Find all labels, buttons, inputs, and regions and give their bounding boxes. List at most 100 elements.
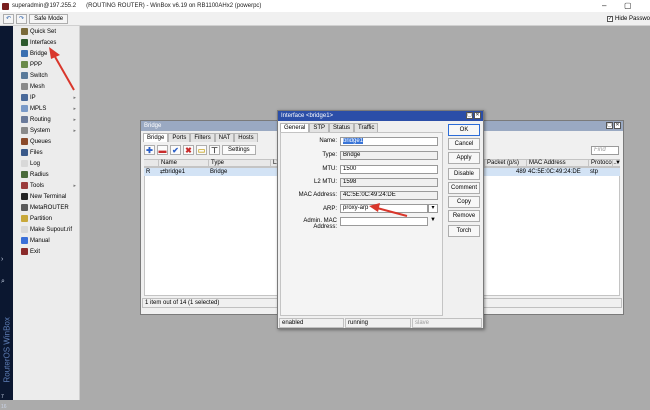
column-menu-icon[interactable]: ▼ [612,160,621,167]
enable-icon: ✔ [172,145,179,155]
mesh-icon [21,83,28,90]
settings-button[interactable]: Settings [222,145,256,155]
sidebar-item-mpls[interactable]: MPLS ▸ [13,103,79,114]
arp-dropdown-icon[interactable]: ▾ [428,204,438,213]
minimize-button[interactable]: – [602,0,606,12]
close-window-icon[interactable]: ✕ [614,122,621,129]
redo-button[interactable]: ↷ [16,13,28,24]
disable-button[interactable]: ✖ [183,145,194,155]
row-flag: R [146,169,151,175]
mac-label: MAC Address: [298,192,337,198]
undo-button[interactable]: ↶ [3,13,15,24]
sidebar-item-label: MetaROUTER [30,204,69,211]
tab-status[interactable]: Status [329,123,355,132]
hide-passwords-toggle[interactable]: ✓ Hide Passwo [606,12,650,26]
sidebar-item-label: Queues [30,138,52,145]
sidebar-item-label: Make Supout.rif [30,226,73,233]
sidebar-item-partition[interactable]: Partition [13,213,79,224]
arp-label: ARP: [322,206,337,212]
expand-icon[interactable]: › [1,256,3,263]
hide-passwords-checkbox[interactable]: ✓ [606,16,613,22]
sidebar-item-queues[interactable]: Queues [13,136,79,147]
type-field: Bridge [340,151,438,160]
ok-button[interactable]: OK [448,124,480,136]
sidebar-item-label: Partition [30,215,53,222]
sidebar-item-label: Log [30,160,41,167]
tab-nat[interactable]: NAT [214,133,235,142]
metarouter-icon [21,204,28,211]
col-name[interactable]: Name [158,160,177,167]
hide-passwords-label: Hide Passwo [614,16,650,22]
cancel-button[interactable]: Cancel [448,138,480,150]
annotation-arrow-arp [369,203,408,217]
filter-button[interactable]: ⊤ [209,145,220,155]
submenu-arrow-icon: ▸ [73,105,76,112]
tab-stp[interactable]: STP [309,123,330,132]
admin-mac-dropdown-icon[interactable]: ▼ [430,217,436,223]
mtu-field[interactable]: 1500 [340,165,438,174]
sidebar-item-manual[interactable]: Manual [13,235,79,246]
dialog-close-icon[interactable]: ✕ [474,112,481,119]
sidebar-item-label: System [30,127,51,134]
sidebar-item-system[interactable]: System ▸ [13,125,79,136]
supout-icon [21,226,28,233]
copy-button[interactable]: Copy [448,196,480,208]
search-icon[interactable]: ⌕ [1,278,5,286]
sidebar-item-log[interactable]: Log [13,158,79,169]
enable-button[interactable]: ✔ [170,145,181,155]
bridge-window-title: Bridge [144,123,162,129]
tab-traffic[interactable]: Traffic [354,123,379,132]
tab-bridge[interactable]: Bridge [143,133,169,142]
comment-dialog-button[interactable]: Comment [448,182,480,194]
col-type[interactable]: Type [208,160,224,167]
name-field[interactable]: bridge1 [340,137,438,146]
safe-mode-button[interactable]: Safe Mode [29,13,69,24]
routing-icon [21,116,28,123]
sidebar-item-tools[interactable]: Tools ▸ [13,180,79,191]
sidebar-item-files[interactable]: Files [13,147,79,158]
apply-button[interactable]: Apply [448,152,480,164]
sidebar-item-label: Quick Set [30,28,57,35]
quick-set-icon [21,28,28,35]
col-mac[interactable]: MAC Address [526,160,566,167]
remove-dialog-button[interactable]: Remove [448,210,480,222]
partition-icon [21,215,28,222]
dialog-titlebar[interactable]: Interface <bridge1> ▢ ✕ [278,111,483,121]
sidebar-item-make-supout-rif[interactable]: Make Supout.rif [13,224,79,235]
find-input[interactable]: Find [591,145,619,155]
tab-filters[interactable]: Filters [190,133,215,142]
dialog-title: Interface <bridge1> [281,113,334,119]
name-value: bridge1 [343,138,364,144]
disable-dialog-button[interactable]: Disable [448,168,480,180]
remove-icon: ▬ [158,145,167,155]
sidebar-item-label: IP [30,94,36,101]
tab-general[interactable]: General [280,123,310,132]
remove-button[interactable]: ▬ [157,145,168,155]
dialog-restore-icon[interactable]: ▢ [466,112,473,119]
sidebar-item-exit[interactable]: Exit [13,246,79,257]
add-button[interactable]: ✚ [144,145,155,155]
winbox-app-icon [2,2,9,10]
tab-ports[interactable]: Ports [168,133,191,142]
restore-window-icon[interactable]: ▢ [606,122,613,129]
col-packets[interactable]: Packet (p/s) [484,160,519,167]
sidebar-item-new-terminal[interactable]: New Terminal [13,191,79,202]
torch-button[interactable]: Torch [448,225,480,237]
sidebar-item-metarouter[interactable]: MetaROUTER [13,202,79,213]
sidebar-item-quick-set[interactable]: Quick Set [13,26,79,37]
comment-button[interactable]: ▭ [196,145,207,155]
restore-button[interactable]: ▢ [624,0,632,12]
sidebar-item-routing[interactable]: Routing ▸ [13,114,79,125]
name-label: Name: [319,138,337,144]
submenu-arrow-icon: ▸ [73,116,76,123]
queues-icon [21,138,28,145]
sidebar-item-label: MPLS [30,105,47,112]
row-type: Bridge [210,169,228,175]
sidebar-item-radius[interactable]: Radius [13,169,79,180]
tab-hosts[interactable]: Hosts [234,133,258,142]
submenu-arrow-icon: ▸ [73,182,76,189]
manual-icon [21,237,28,244]
annotation-arrow-bridge [49,47,75,91]
sidebar-item-label: Radius [30,171,49,178]
winbox-brand: RouterOS WinBox [0,291,13,386]
